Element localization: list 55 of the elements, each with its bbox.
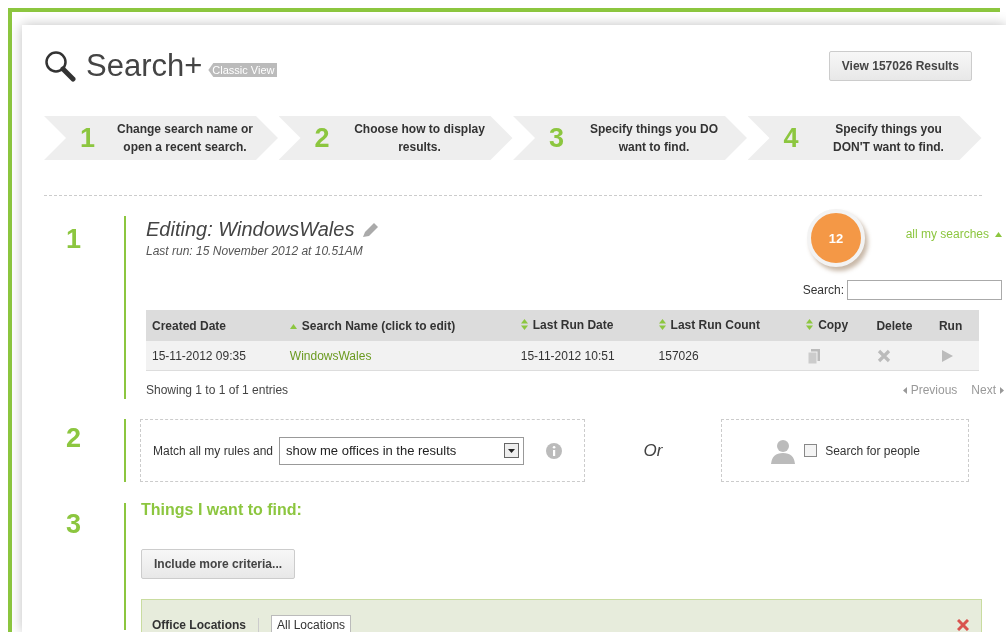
search-label: Search:: [802, 283, 844, 297]
column-header[interactable]: Created Date: [146, 310, 284, 341]
step-text: Specify things you DO want to find.: [589, 121, 719, 156]
search-title: Editing: WindowsWales: [146, 218, 355, 241]
section-number: 2: [65, 422, 83, 455]
section-heading: Things I want to find:: [141, 501, 303, 519]
person-icon: [770, 437, 797, 464]
caret-left-icon: [902, 386, 907, 394]
or-label: Or: [642, 440, 664, 461]
sort-icon: [520, 319, 528, 331]
view-results-button[interactable]: View 157026 Results: [828, 51, 972, 81]
sort-up-icon: [289, 323, 297, 329]
display-select[interactable]: show me offices in the results: [279, 436, 525, 465]
step-number: 2: [314, 122, 331, 154]
people-checkbox-label[interactable]: Search for people: [825, 443, 920, 458]
people-checkbox[interactable]: [804, 444, 818, 457]
step-text: Choose how to display results.: [353, 121, 486, 156]
step-background[interactable]: 4 Specify things you DON'T want to find.: [747, 116, 982, 160]
caret-right-icon: [1000, 386, 1004, 394]
section-number: 1: [65, 223, 83, 256]
criteria-label: Office Locations: [152, 618, 259, 632]
column-header[interactable]: Run: [932, 310, 979, 341]
column-header[interactable]: Copy: [800, 310, 871, 341]
sort-icon: [806, 319, 814, 331]
match-label: Match all my rules and: [153, 443, 274, 458]
include-criteria-button[interactable]: Include more criteria...: [141, 549, 296, 579]
step-text: Change search name or open a recent search.: [115, 121, 255, 156]
column-header[interactable]: Delete: [870, 310, 933, 341]
column-header[interactable]: Search Name (click to edit): [283, 310, 515, 341]
step-number: 4: [783, 122, 800, 154]
table-cell: 15-11-2012 10:51: [514, 341, 653, 371]
info-icon[interactable]: [546, 442, 563, 459]
step-background[interactable]: 1 Change search name or open a recent search.: [44, 116, 279, 160]
notification-badge: 12: [807, 209, 865, 267]
caret-up-icon: [995, 231, 1002, 237]
delete-icon[interactable]: [876, 347, 893, 364]
step-text: Specify things you DON'T want to find.: [832, 121, 945, 156]
table-cell: 15-11-2012 09:35: [146, 341, 284, 371]
column-header[interactable]: Last Run Count: [652, 310, 801, 341]
last-run-text: Last run: 15 November 2012 at 10.51AM: [146, 244, 364, 258]
table-info: Showing 1 to 1 of 1 entries: [146, 383, 289, 397]
table-cell: 157026: [652, 341, 801, 371]
remove-icon[interactable]: [957, 619, 969, 631]
step-number: 1: [80, 122, 97, 154]
page-title: Search+: [86, 48, 203, 84]
table-search-field[interactable]: [847, 280, 1002, 300]
sort-icon: [658, 319, 666, 331]
column-header[interactable]: Last Run Date: [514, 310, 653, 341]
search-icon: [44, 50, 76, 82]
section-number: 3: [65, 508, 83, 541]
copy-icon[interactable]: [806, 347, 823, 364]
step-number: 3: [549, 122, 566, 154]
step-background[interactable]: 2 Choose how to display results.: [278, 116, 513, 160]
location-tag[interactable]: All Locations: [271, 615, 352, 632]
step-background[interactable]: 3 Specify things you DO want to find.: [513, 116, 748, 160]
